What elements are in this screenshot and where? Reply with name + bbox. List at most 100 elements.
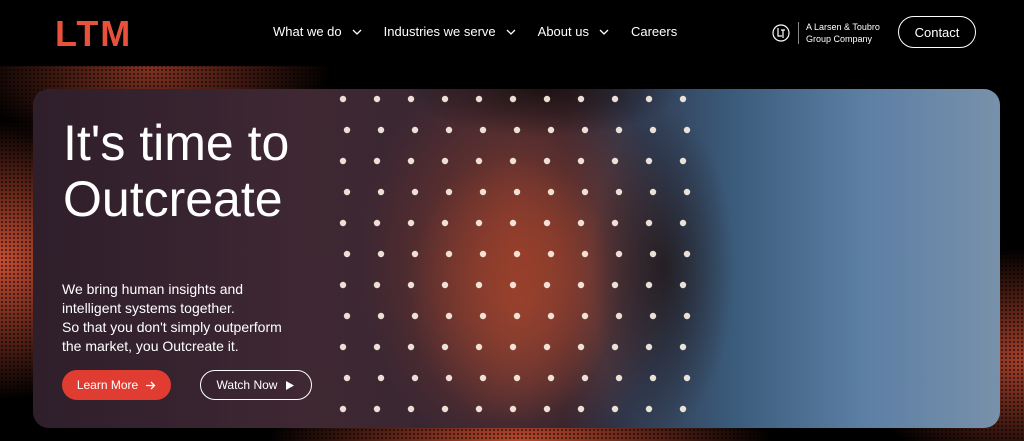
light-dot — [679, 281, 687, 289]
light-dot — [577, 219, 585, 227]
light-dot — [615, 126, 623, 134]
light-dot — [479, 188, 487, 196]
play-icon — [286, 380, 295, 390]
light-dot — [581, 312, 589, 320]
watch-now-button[interactable]: Watch Now — [200, 370, 312, 400]
chevron-down-icon — [599, 29, 609, 35]
light-dot — [611, 343, 619, 351]
light-dot — [373, 281, 381, 289]
light-dot — [679, 95, 687, 103]
light-dot — [649, 250, 657, 258]
light-dot — [611, 157, 619, 165]
light-dot — [615, 312, 623, 320]
light-dot — [577, 157, 585, 165]
light-dot — [475, 95, 483, 103]
chevron-down-icon — [506, 29, 516, 35]
light-dot — [547, 374, 555, 382]
learn-more-button[interactable]: Learn More — [62, 370, 171, 400]
svg-text:LTM: LTM — [55, 17, 132, 49]
light-dot — [611, 95, 619, 103]
light-dot — [679, 405, 687, 413]
light-dot — [441, 157, 449, 165]
contact-button[interactable]: Contact — [898, 16, 976, 48]
light-dot — [407, 405, 415, 413]
light-dot — [679, 343, 687, 351]
light-dot — [479, 250, 487, 258]
subtext-line-2: intelligent systems together. — [62, 300, 235, 316]
light-dot — [547, 188, 555, 196]
nav-item-about-us[interactable]: About us — [538, 24, 609, 39]
subtext-line-1: We bring human insights and — [62, 281, 244, 297]
light-dot — [543, 343, 551, 351]
light-dot — [543, 95, 551, 103]
learn-more-label: Learn More — [76, 378, 139, 392]
light-dot — [581, 250, 589, 258]
hero-headline: It's time to Outcreate — [63, 115, 423, 227]
light-dot — [343, 250, 351, 258]
nav-item-industries-we-serve[interactable]: Industries we serve — [384, 24, 516, 39]
light-dot — [547, 126, 555, 134]
light-dot — [373, 343, 381, 351]
ltm-logo[interactable]: LTM — [55, 17, 167, 49]
light-dot — [509, 281, 517, 289]
light-dot — [615, 250, 623, 258]
nav-item-what-we-do[interactable]: What we do — [273, 24, 362, 39]
light-dot — [543, 157, 551, 165]
light-dot — [479, 374, 487, 382]
light-dot — [577, 95, 585, 103]
light-dot — [479, 312, 487, 320]
nav-item-label: Careers — [630, 24, 678, 39]
light-dot — [683, 312, 691, 320]
headline-line-2: Outcreate — [63, 171, 283, 227]
light-dot — [373, 95, 381, 103]
light-dot — [581, 126, 589, 134]
nav-item-careers[interactable]: Careers — [631, 24, 677, 39]
light-dot — [611, 405, 619, 413]
light-dot — [373, 405, 381, 413]
light-dot — [475, 281, 483, 289]
arrow-right-icon — [146, 381, 156, 389]
subtext-line-3: So that you don't simply outperform — [62, 319, 282, 335]
light-dot — [339, 95, 347, 103]
light-dot — [407, 95, 415, 103]
divider — [798, 22, 799, 44]
light-dot — [513, 188, 521, 196]
light-dot — [509, 219, 517, 227]
lnt-logo-icon — [772, 24, 790, 42]
light-dot — [343, 312, 351, 320]
group-line-2: Group Company — [806, 34, 873, 44]
chevron-down-icon — [352, 29, 362, 35]
light-dot — [645, 343, 653, 351]
group-line-1: A Larsen & Toubro — [806, 22, 880, 32]
group-company-text: A Larsen & Toubro Group Company — [806, 21, 880, 45]
light-dot — [339, 343, 347, 351]
light-dot — [509, 157, 517, 165]
light-dot — [445, 250, 453, 258]
light-dot — [611, 219, 619, 227]
light-dot — [679, 219, 687, 227]
light-dot — [509, 343, 517, 351]
light-dot — [649, 374, 657, 382]
light-dot — [377, 250, 385, 258]
hero-banner: It's time to Outcreate We bring human in… — [33, 89, 1000, 428]
light-dot — [679, 157, 687, 165]
group-company-badge[interactable]: A Larsen & Toubro Group Company — [772, 21, 880, 45]
light-dot — [377, 312, 385, 320]
light-dot — [577, 343, 585, 351]
light-dot — [377, 374, 385, 382]
light-dot — [645, 157, 653, 165]
light-dot — [343, 374, 351, 382]
light-dot — [611, 281, 619, 289]
light-dot — [513, 312, 521, 320]
watch-now-label: Watch Now — [216, 378, 278, 392]
light-dot — [339, 405, 347, 413]
light-dot — [441, 219, 449, 227]
light-dot — [411, 374, 419, 382]
light-dot — [513, 126, 521, 134]
light-dot — [475, 343, 483, 351]
light-dot — [445, 126, 453, 134]
light-dot — [645, 281, 653, 289]
subtext-line-4: the market, you Outcreate it. — [62, 338, 239, 354]
main-menu: What we do Industries we serve About us … — [273, 24, 699, 39]
light-dot — [445, 188, 453, 196]
